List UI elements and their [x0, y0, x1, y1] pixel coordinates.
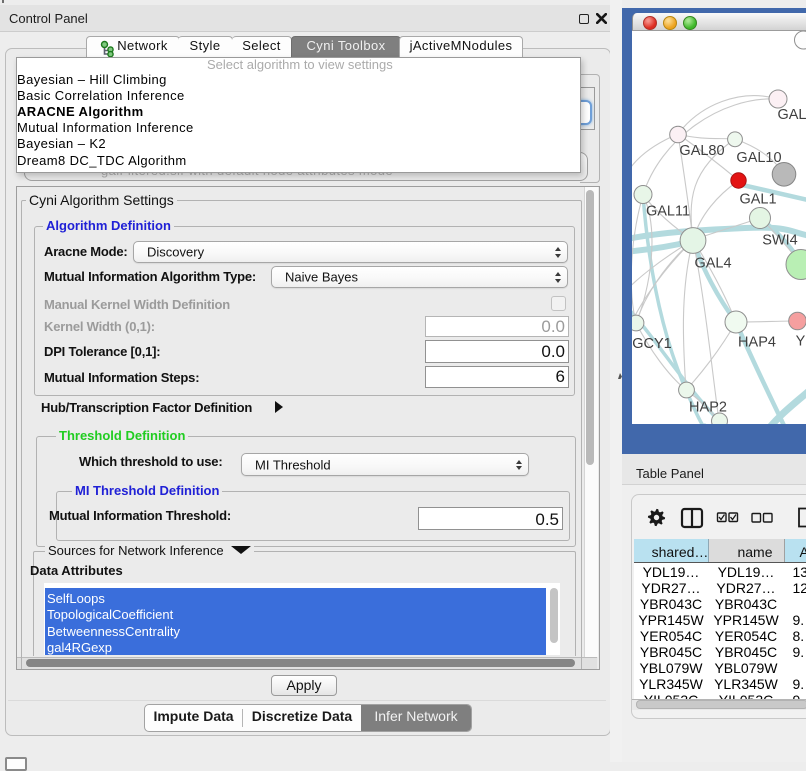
svg-text:GAL2: GAL2	[777, 107, 806, 123]
svg-text:GAL80: GAL80	[679, 143, 724, 159]
svg-text:GCY1: GCY1	[632, 336, 672, 352]
svg-text:GAL1: GAL1	[739, 192, 776, 208]
svg-text:GAL4: GAL4	[694, 256, 731, 272]
svg-text:SWI4: SWI4	[762, 233, 797, 249]
svg-text:GAL10: GAL10	[736, 150, 781, 166]
svg-text:GAL11: GAL11	[646, 204, 690, 220]
svg-text:HAP2: HAP2	[689, 400, 727, 416]
svg-text:YM: YM	[796, 334, 806, 350]
svg-text:HAP4: HAP4	[738, 335, 776, 351]
